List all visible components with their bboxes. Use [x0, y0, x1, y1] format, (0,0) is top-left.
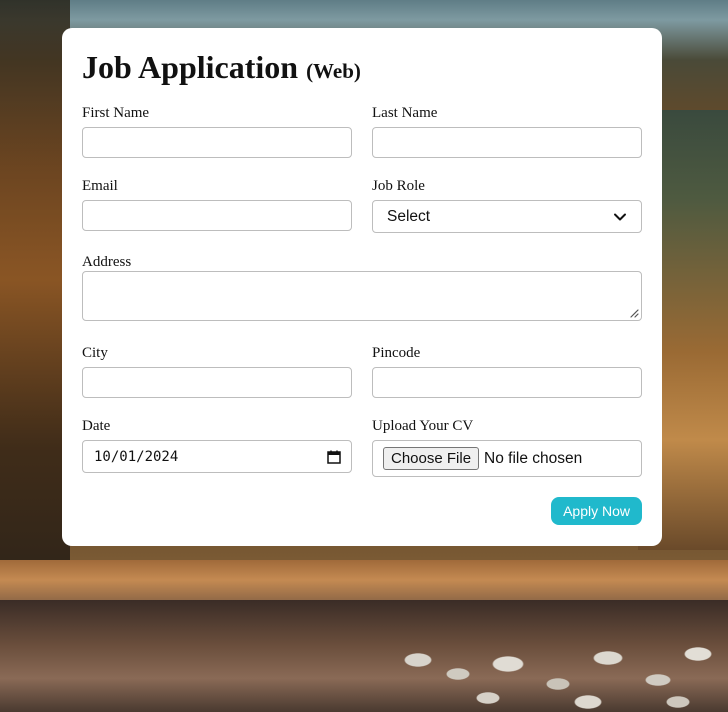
job-application-card: Job Application (Web) First Name Last Na…: [62, 28, 662, 546]
email-role-row: Email Job Role Select: [82, 177, 642, 235]
job-role-select[interactable]: Select: [372, 200, 642, 233]
date-input[interactable]: 10/01/2024: [82, 440, 352, 473]
cv-field: Upload Your CV Choose File No file chose…: [372, 417, 642, 477]
job-role-label: Job Role: [372, 178, 425, 194]
first-name-field: First Name: [82, 104, 352, 158]
page-title: Job Application (Web): [82, 48, 642, 90]
last-name-label: Last Name: [372, 105, 438, 121]
apply-now-button[interactable]: Apply Now: [551, 497, 642, 525]
date-cv-row: Date 10/01/2024 Upload Your CV Choose Fi…: [82, 417, 642, 479]
pincode-label: Pincode: [372, 345, 421, 361]
calendar-icon[interactable]: [327, 450, 341, 464]
first-name-label: First Name: [82, 105, 150, 121]
file-status: No file chosen: [484, 449, 583, 467]
name-row: First Name Last Name: [82, 104, 642, 160]
title-text: Job Application: [82, 49, 299, 85]
date-label: Date: [82, 418, 111, 434]
background-trees: [0, 0, 70, 560]
email-field: Email: [82, 177, 352, 231]
pincode-input[interactable]: [372, 367, 642, 398]
email-label: Email: [82, 178, 118, 194]
job-role-selected: Select: [387, 207, 431, 225]
cv-file-input: Choose File No file chosen: [372, 440, 642, 477]
chevron-down-icon: [614, 213, 626, 220]
cv-label: Upload Your CV: [372, 418, 474, 434]
background-rocks: [398, 640, 728, 712]
city-field: City: [82, 344, 352, 398]
resize-grip-icon[interactable]: [629, 308, 639, 318]
address-textarea[interactable]: [82, 271, 642, 321]
date-field: Date 10/01/2024: [82, 417, 352, 473]
city-input[interactable]: [82, 367, 352, 398]
email-input[interactable]: [82, 200, 352, 231]
last-name-input[interactable]: [372, 127, 642, 158]
address-row: Address: [82, 253, 642, 323]
first-name-input[interactable]: [82, 127, 352, 158]
city-label: City: [82, 345, 108, 361]
job-role-field: Job Role Select: [372, 177, 642, 233]
address-label: Address: [82, 254, 132, 270]
last-name-field: Last Name: [372, 104, 642, 158]
choose-file-button[interactable]: Choose File: [383, 447, 480, 470]
city-pincode-row: City Pincode: [82, 344, 642, 400]
address-field: Address: [82, 253, 642, 321]
title-subtitle: (Web): [306, 59, 361, 83]
pincode-field: Pincode: [372, 344, 642, 398]
date-value: 10/01/2024: [94, 448, 179, 465]
